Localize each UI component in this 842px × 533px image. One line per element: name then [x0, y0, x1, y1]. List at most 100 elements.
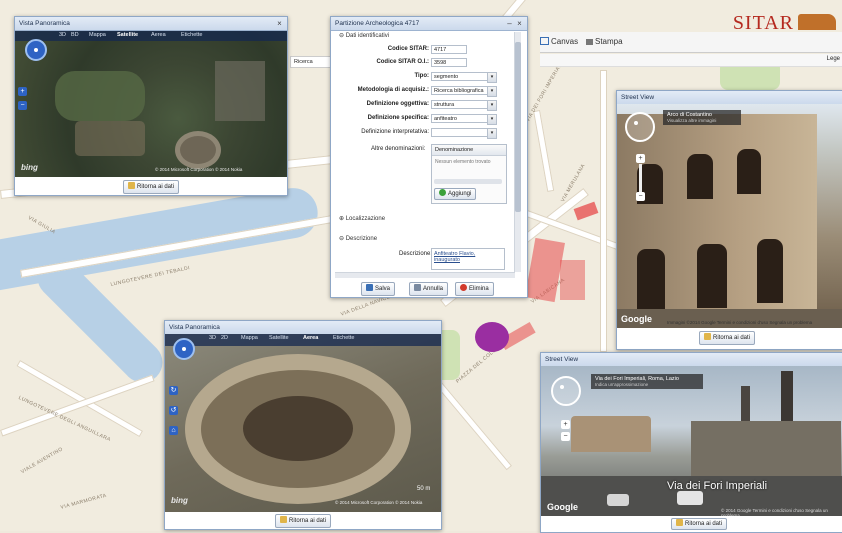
chevron-down-icon[interactable]: ▾	[487, 128, 497, 139]
satellite-map[interactable]: 3D BD Mappa Satellite Aerea Etichette + …	[15, 31, 287, 177]
chevron-down-icon[interactable]: ▾	[487, 72, 497, 83]
form-scrollbar[interactable]	[514, 32, 521, 272]
undo-icon	[414, 284, 421, 291]
panel-title: Vista Panoramica	[15, 17, 287, 31]
zoom-in-icon[interactable]: +	[636, 154, 645, 163]
back-to-data-button[interactable]: Ritorna ai dati	[671, 518, 728, 530]
street-view-window-top: Street View + − Arco di Costantino Visua…	[616, 90, 842, 350]
section-identification[interactable]: ⊖ Dati identificativi	[339, 32, 389, 39]
codice-oi-field[interactable]: 3598	[431, 58, 467, 67]
codice-sitar-field[interactable]: 4717	[431, 45, 467, 54]
cancel-button[interactable]: Annulla	[409, 282, 449, 296]
tab-map[interactable]: Mappa	[241, 335, 258, 341]
field-label: Definizione interpretativa:	[361, 129, 429, 135]
form-row-tipo: Tipo: segmento ▾	[331, 72, 511, 83]
form-row-codice-oi: Codice SITAR O.I.: 3598	[331, 58, 511, 69]
table-icon	[280, 516, 287, 523]
zoom-out-icon[interactable]: −	[561, 432, 570, 441]
pan-control-icon[interactable]	[625, 112, 655, 142]
street-view-photo[interactable]: + − Via dei Fori Imperiali, Roma, Lazio …	[541, 366, 842, 516]
archaeological-area[interactable]	[573, 201, 599, 221]
minimize-icon[interactable]: –	[505, 19, 514, 28]
section-label: Dati identificativi	[345, 33, 390, 39]
street-view-photo[interactable]: + − Arco di Costantino Visualizza altre …	[617, 104, 842, 328]
horizontal-scrollbar[interactable]	[335, 272, 515, 278]
pan-control-icon[interactable]	[551, 376, 581, 406]
grid-empty-text: Nessun elemento trovato	[435, 159, 491, 165]
rotate-icon[interactable]: ↺	[169, 406, 178, 415]
ruins	[75, 121, 145, 156]
tab-labels[interactable]: Etichette	[181, 32, 202, 38]
print-tool[interactable]: Stampa	[586, 37, 623, 46]
tab-labels[interactable]: Etichette	[333, 335, 354, 341]
location-sub: Indica un'approssimazione	[595, 382, 649, 387]
tipo-select[interactable]: segmento ▾	[431, 72, 497, 83]
def-specifica-select[interactable]: anfiteatro ▾	[431, 114, 497, 125]
google-logo: Google	[621, 314, 652, 324]
def-interpretativa-select[interactable]: ▾	[431, 128, 497, 139]
tab-map[interactable]: Mappa	[89, 32, 106, 38]
canvas-tool[interactable]: Canvas	[540, 37, 578, 46]
other-names-label: Altre denominazioni:	[371, 146, 426, 152]
close-icon[interactable]: ×	[275, 19, 284, 28]
location-info-box: Via dei Fori Imperiali, Roma, Lazio Indi…	[591, 374, 703, 389]
archaeological-form-window: Partizione Archeologica 4717 × – ⊖ Dati …	[330, 16, 528, 298]
section-location[interactable]: ⊕ Localizzazione	[339, 215, 385, 222]
button-label: Elimina	[469, 286, 489, 292]
colosseum-marker[interactable]	[475, 322, 509, 352]
main-toolbar: Canvas Stampa	[540, 32, 842, 53]
tab-aerial[interactable]: Aerea	[151, 32, 166, 38]
canvas-icon	[540, 37, 549, 45]
scrollbar-thumb[interactable]	[515, 42, 521, 212]
field-label: Tipo:	[414, 73, 429, 79]
tab-3d[interactable]: 3D	[209, 335, 216, 341]
green-area	[55, 71, 145, 121]
zoom-out-icon[interactable]: −	[636, 192, 645, 201]
back-to-data-button[interactable]: Ritorna ai dati	[123, 180, 180, 194]
field-value: 3598	[434, 60, 447, 66]
save-button[interactable]: Salva	[361, 282, 396, 296]
def-oggettiva-select[interactable]: struttura ▾	[431, 100, 497, 111]
zoom-in-icon[interactable]: +	[561, 420, 570, 429]
search-tool[interactable]: Ricerca	[290, 56, 335, 68]
zoom-track[interactable]	[639, 164, 642, 192]
form-row-def-interpretativa: Definizione interpretativa: ▾	[331, 128, 511, 139]
grid-scrollbar[interactable]	[434, 179, 502, 184]
rotate-icon[interactable]: ↻	[169, 386, 178, 395]
zoom-in-icon[interactable]: +	[18, 87, 27, 96]
tab-bd[interactable]: BD	[71, 32, 79, 38]
oblique-aerial-map[interactable]: 3D 2D Mappa Satellite Aerea Etichette ↻ …	[165, 334, 441, 512]
back-to-data-button[interactable]: Ritorna ai dati	[275, 514, 332, 528]
map-attribution: © 2014 Microsoft Corporation © 2014 Noki…	[335, 500, 423, 505]
tab-satellite[interactable]: Satellite	[117, 32, 138, 38]
bing-logo: bing	[21, 163, 38, 172]
legend-button[interactable]: Lege	[827, 56, 840, 62]
section-description[interactable]: ⊖ Descrizione	[339, 235, 377, 242]
tab-aerial[interactable]: Aerea	[303, 335, 318, 341]
car	[607, 494, 629, 506]
tab-3d[interactable]: 3D	[59, 32, 66, 38]
tab-2d[interactable]: 2D	[221, 335, 228, 341]
chevron-down-icon[interactable]: ▾	[487, 100, 497, 111]
close-icon[interactable]: ×	[515, 19, 524, 28]
print-label: Stampa	[595, 37, 623, 46]
zoom-out-icon[interactable]: −	[18, 101, 27, 110]
chevron-down-icon[interactable]: ▾	[487, 114, 497, 125]
metodologia-select[interactable]: Ricerca bibliografica ▾	[431, 86, 497, 97]
back-to-data-button[interactable]: Ritorna ai dati	[699, 331, 756, 345]
navigation-compass-icon[interactable]	[173, 338, 195, 360]
delete-button[interactable]: Elimina	[455, 282, 494, 296]
form-row-codice-sitar: Codice SITAR: 4717	[331, 45, 511, 56]
navigation-compass-icon[interactable]	[25, 39, 47, 61]
chevron-down-icon[interactable]: ▾	[487, 86, 497, 97]
other-names-grid[interactable]: Denominazione Nessun elemento trovato Ag…	[431, 144, 507, 204]
archaeological-area[interactable]	[560, 260, 585, 300]
tilt-icon[interactable]: ⌂	[169, 426, 178, 435]
description-textarea[interactable]: Anfiteatro Flavio, inaugurato	[431, 248, 505, 270]
tab-satellite[interactable]: Satellite	[269, 335, 289, 341]
button-label: Salva	[375, 286, 391, 292]
archaeological-area[interactable]	[525, 237, 565, 303]
scale-label: 50 m	[417, 486, 431, 492]
add-button[interactable]: Aggiungi	[434, 188, 477, 200]
street-view-window-bottom: Street View + − Via dei Fori Imperiali, …	[540, 352, 842, 533]
